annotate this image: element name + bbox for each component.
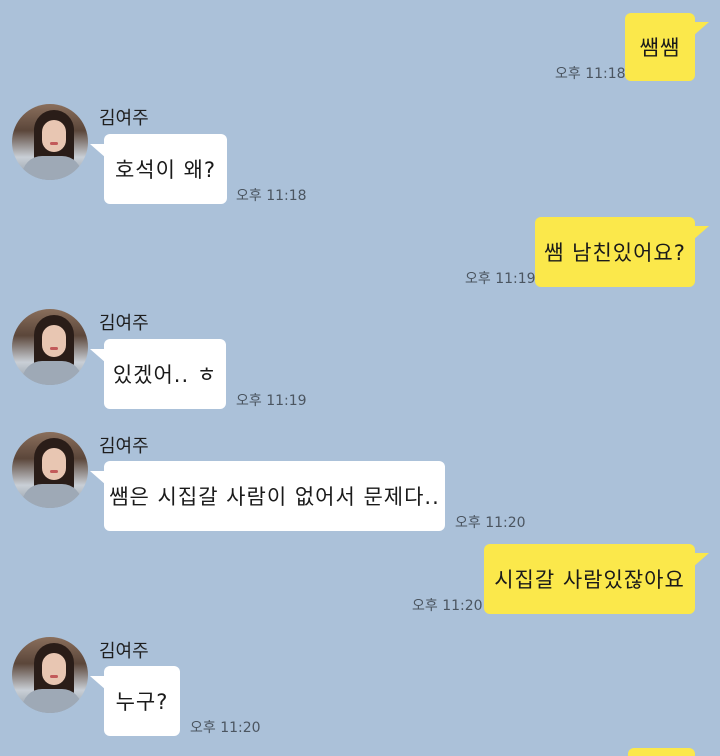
my-message-bubble[interactable]: 쌤 남친있어요? — [535, 217, 695, 287]
message-time: 오후 11:19 — [236, 393, 307, 409]
contact-message-bubble[interactable]: 있겠어.. ㅎ — [104, 339, 226, 409]
message-time: 오후 11:20 — [412, 598, 483, 614]
contact-name: 김여주 — [99, 436, 149, 457]
contact-message-bubble[interactable]: 누구? — [104, 666, 180, 736]
message-time: 오후 11:19 — [465, 271, 536, 287]
my-message-bubble[interactable]: 시집갈 사람있잖아요 — [484, 544, 695, 614]
contact-avatar[interactable] — [12, 104, 88, 180]
bubble-tail — [693, 226, 709, 240]
contact-avatar[interactable] — [12, 432, 88, 508]
message-time: 오후 11:18 — [236, 188, 307, 204]
contact-avatar[interactable] — [12, 309, 88, 385]
my-message-bubble[interactable] — [628, 748, 695, 756]
contact-avatar[interactable] — [12, 637, 88, 713]
bubble-tail — [693, 22, 709, 36]
message-time: 오후 11:20 — [455, 515, 526, 531]
my-message-bubble[interactable]: 쌤쌤 — [625, 13, 695, 81]
message-time: 오후 11:18 — [555, 66, 626, 82]
contact-message-bubble[interactable]: 호석이 왜? — [104, 134, 227, 204]
message-time: 오후 11:20 — [190, 720, 261, 736]
contact-name: 김여주 — [99, 108, 149, 129]
contact-message-bubble[interactable]: 쌤은 시집갈 사람이 없어서 문제다.. — [104, 461, 445, 531]
contact-name: 김여주 — [99, 641, 149, 662]
bubble-tail — [693, 553, 709, 567]
contact-name: 김여주 — [99, 313, 149, 334]
